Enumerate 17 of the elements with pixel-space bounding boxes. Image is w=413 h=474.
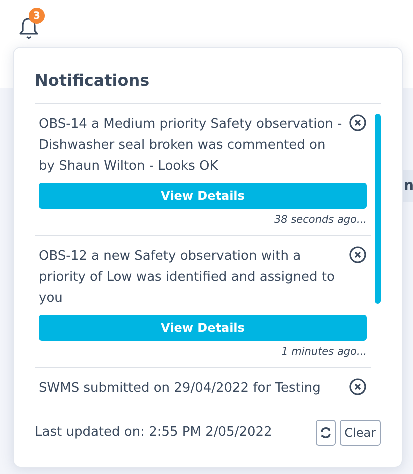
last-updated-text: Last updated on: 2:55 PM 2/05/2022 [35, 424, 272, 442]
scrollbar[interactable] [375, 114, 381, 304]
panel-title: Notifications [35, 71, 150, 90]
refresh-icon [320, 426, 332, 438]
refresh-button[interactable] [316, 420, 336, 446]
close-icon[interactable] [349, 246, 367, 264]
timestamp: 38 seconds ago... [274, 213, 367, 228]
column-header: n [404, 176, 413, 196]
close-icon[interactable] [349, 378, 367, 396]
view-details-button[interactable]: View Details [39, 314, 367, 341]
close-icon[interactable] [349, 114, 367, 132]
clear-button[interactable]: Clear [340, 420, 381, 446]
timestamp: 1 minutes ago... [282, 344, 367, 360]
notification-message: OBS-12 a new Safety observation with a priority of Low was identified and assigned to you [39, 248, 336, 308]
view-details-button[interactable]: View Details [39, 183, 367, 209]
notification-message: OBS-14 a Medium priority Safety observation - Dishwasher seal broken was commented on by Shaun Wilton - Looks OK [39, 116, 344, 176]
notification-message: SWMS submitted on 29/04/2022 for Testing [39, 380, 322, 398]
